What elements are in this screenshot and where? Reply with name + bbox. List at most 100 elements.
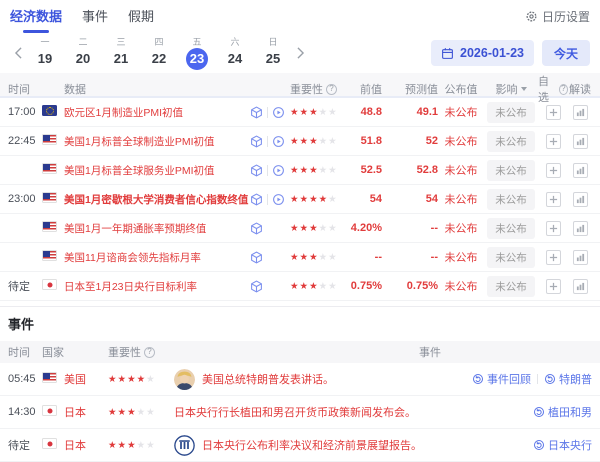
star-icon: ★ [328,136,338,147]
star-icon: ★ [127,440,137,451]
star-icon: ★ [290,136,300,147]
calendar-settings-button[interactable]: 日历设置 [525,8,590,25]
event-row: 14:30 日本 ★★★★★ 日本央行行长植田和男召开货币政策新闻发布会。 植田… [0,396,600,429]
history-data-icon[interactable] [250,193,263,206]
interpret-chart-button[interactable] [573,105,588,120]
day-of-week-label: 二 [78,37,87,48]
published-value: 未公布 [438,249,484,265]
indicator-name-link[interactable]: 美国11月谘商会领先指标月率 [64,250,250,265]
history-data-icon[interactable] [250,106,263,119]
tab-holidays[interactable]: 假期 [128,0,154,35]
add-favorite-button[interactable] [546,163,561,178]
day-of-week-label: 六 [230,37,239,48]
add-favorite-button[interactable] [546,192,561,207]
col-impact[interactable]: 影响 [484,81,538,97]
event-description-link[interactable]: 美国总统特朗普发表讲话。 [202,371,334,387]
event-related-link[interactable]: 日本央行 [533,437,592,453]
history-data-icon[interactable] [250,251,263,264]
week-day-cell[interactable]: 四 22 [140,37,178,70]
question-circle-icon[interactable]: ? [559,84,568,95]
event-related-link[interactable]: 植田和男 [533,404,592,420]
question-circle-icon[interactable]: ? [144,347,155,358]
day-of-week-label: 三 [116,37,125,48]
event-description-link[interactable]: 日本央行公布利率决议和经济前景展望报告。 [202,437,422,453]
tab-economic-data[interactable]: 经济数据 [10,0,62,35]
interpret-chart-button[interactable] [573,250,588,265]
star-icon: ★ [146,440,156,451]
event-description-link[interactable]: 日本央行行长植田和男召开货币政策新闻发布会。 [174,404,416,420]
week-day-cell[interactable]: 三 21 [102,37,140,70]
add-favorite-button[interactable] [546,134,561,149]
indicator-name-link[interactable]: 美国1月标普全球服务业PMI初值 [64,163,250,178]
interpret-chart-button[interactable] [573,279,588,294]
country-flag [42,221,57,232]
event-link-label: 植田和男 [548,404,592,420]
event-row: 待定 日本 ★★★★★ 日本央行公布利率决议和经济前景展望报告。 日本央行 [0,429,600,462]
day-number: 20 [72,48,94,70]
forecast-value: 49.1 [382,106,438,118]
add-favorite-button[interactable] [546,279,561,294]
video-play-icon[interactable] [272,164,285,177]
day-number: 19 [34,48,56,70]
week-day-cell[interactable]: 一 19 [26,37,64,70]
week-day-cell[interactable]: 二 20 [64,37,102,70]
indicator-name-link[interactable]: 美国1月密歇根大学消费者信心指数终值 [64,192,250,207]
today-button[interactable]: 今天 [542,40,590,66]
event-related-link[interactable]: 事件回顾 [472,371,531,387]
history-data-icon[interactable] [250,280,263,293]
star-icon: ★ [300,252,310,263]
date-picker-button[interactable]: 2026-01-23 [431,40,534,66]
star-icon: ★ [137,440,147,451]
history-data-icon[interactable] [250,222,263,235]
indicator-name-link[interactable]: 美国1月标普全球制造业PMI初值 [64,134,250,149]
indicator-name-link[interactable]: 日本至1月23日央行目标利率 [64,279,250,294]
interpret-chart-button[interactable] [573,192,588,207]
star-icon: ★ [146,407,156,418]
star-icon: ★ [309,281,319,292]
event-time: 待定 [8,437,42,453]
data-table-body: 17:00 欧元区1月制造业PMI初值 ★★★★★ 48.8 49.1 未公布 … [0,98,600,301]
interpret-chart-button[interactable] [573,163,588,178]
release-time: 17:00 [8,106,42,118]
add-favorite-button[interactable] [546,250,561,265]
importance-stars: ★★★★★ [290,252,340,263]
calendar-icon [441,47,454,60]
interpret-chart-button[interactable] [573,134,588,149]
impact-badge: 未公布 [487,160,535,181]
star-icon: ★ [118,407,128,418]
week-day-cell[interactable]: 五 23 [178,37,216,70]
next-week-chevron-icon[interactable] [292,41,308,65]
video-play-icon[interactable] [272,135,285,148]
add-favorite-button[interactable] [546,105,561,120]
prev-week-chevron-icon[interactable] [10,41,26,65]
data-row: 美国1月标普全球服务业PMI初值 ★★★★★ 52.5 52.8 未公布 未公布 [0,156,600,185]
day-number: 21 [110,48,132,70]
icon-divider [267,136,268,147]
history-data-icon[interactable] [250,164,263,177]
tab-events[interactable]: 事件 [82,0,108,35]
event-time: 14:30 [8,406,42,418]
interpret-chart-button[interactable] [573,221,588,236]
video-play-icon[interactable] [272,106,285,119]
star-icon: ★ [300,223,310,234]
video-play-icon[interactable] [272,193,285,206]
week-day-cell[interactable]: 六 24 [216,37,254,70]
economic-calendar-page: 经济数据 事件 假期 日历设置 一 19 二 20 三 21 四 22 五 23 [0,0,600,455]
star-icon: ★ [127,374,137,385]
add-favorite-button[interactable] [546,221,561,236]
events-table-body: 05:45 美国 ★★★★★ 美国总统特朗普发表讲话。 事件回顾 特朗普 14:… [0,363,600,462]
event-link-label: 日本央行 [548,437,592,453]
events-table-header: 时间 国家 重要性 ? 事件 [0,341,600,363]
day-number: 24 [224,48,246,70]
col-time: 时间 [8,344,42,360]
indicator-name-link[interactable]: 欧元区1月制造业PMI初值 [64,105,250,120]
event-related-link[interactable]: 特朗普 [544,371,592,387]
star-icon: ★ [319,165,329,176]
star-icon: ★ [309,107,319,118]
col-time: 时间 [8,81,42,97]
week-day-cell[interactable]: 日 25 [254,37,292,70]
question-circle-icon[interactable]: ? [326,84,337,95]
indicator-name-link[interactable]: 美国1月一年期通胀率预期终值 [64,221,250,236]
country-flag [42,250,57,261]
history-data-icon[interactable] [250,135,263,148]
